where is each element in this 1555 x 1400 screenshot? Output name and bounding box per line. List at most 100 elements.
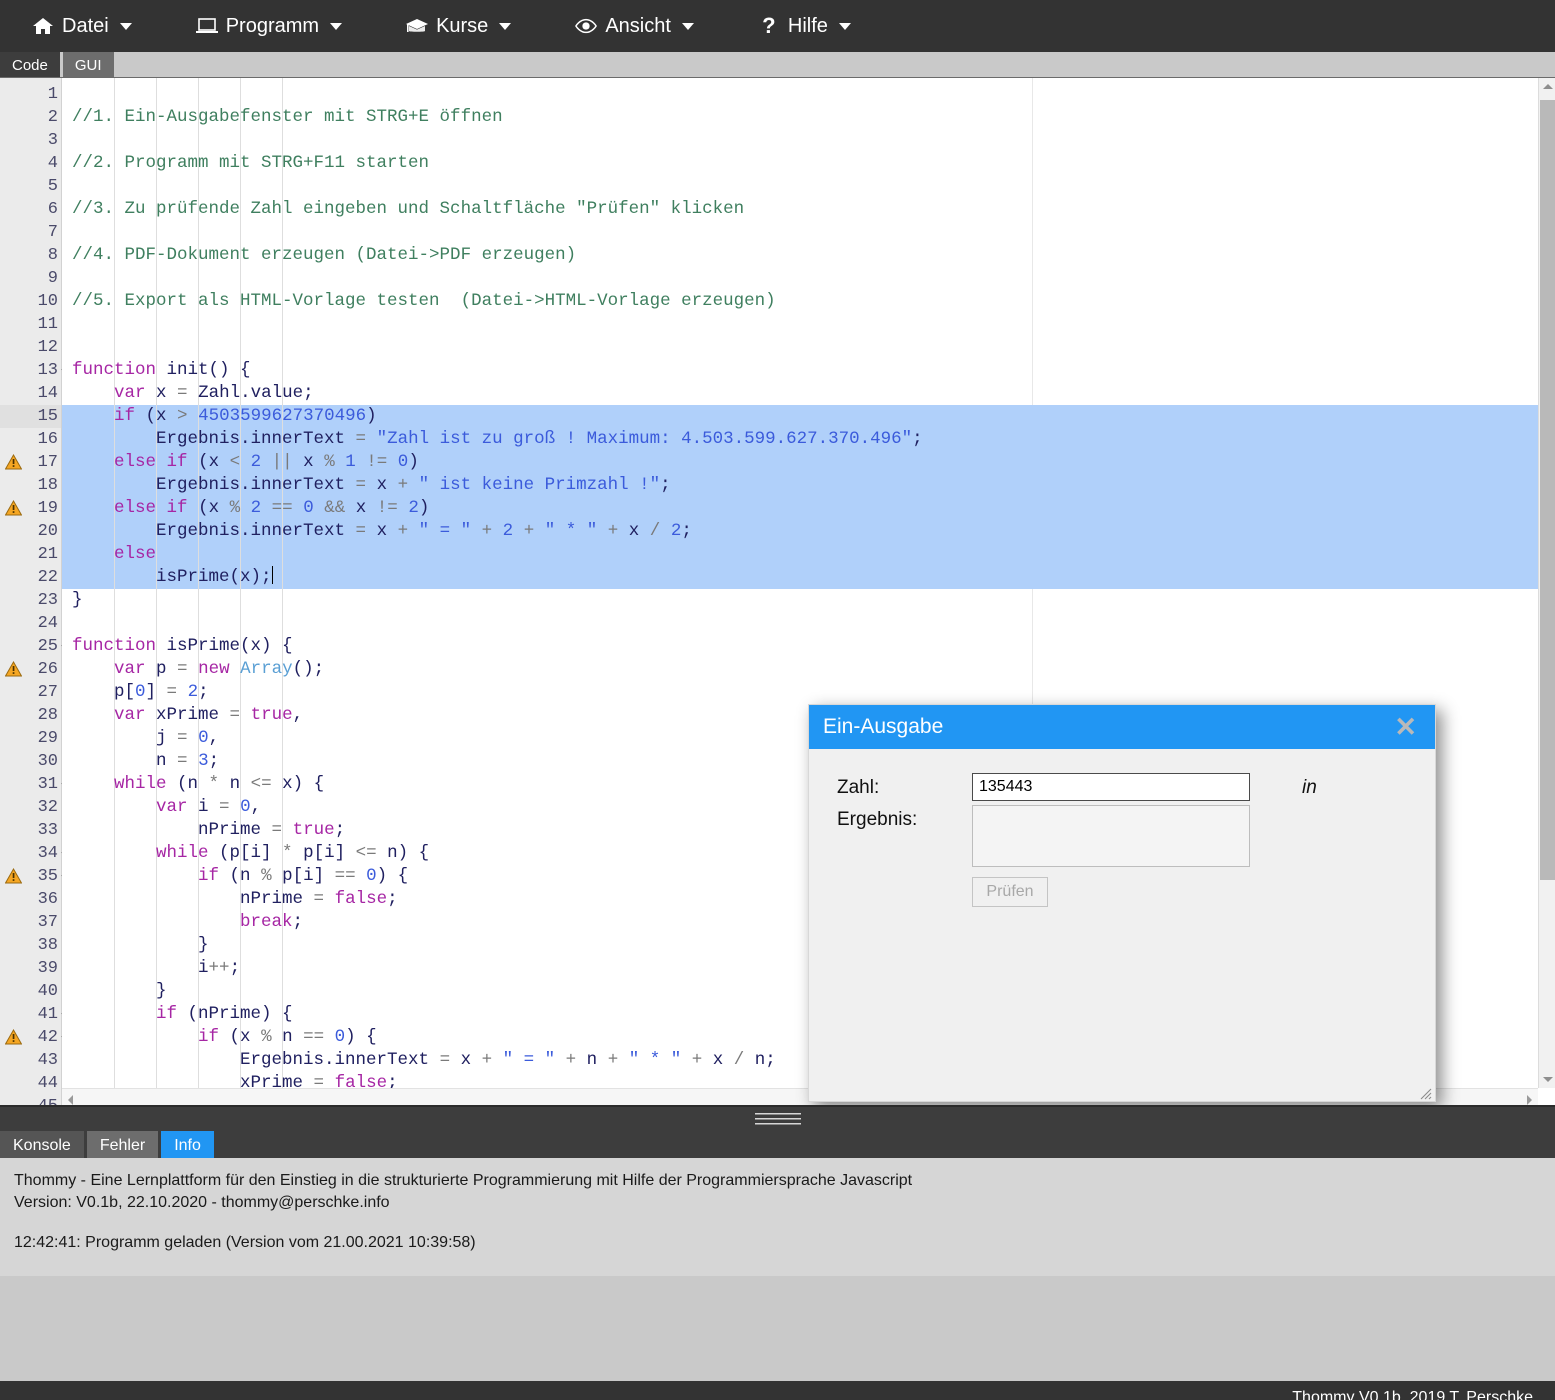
tab-gui[interactable]: GUI [62,52,114,77]
menu-item-datei[interactable]: Datei [18,9,146,44]
gutter-line-42[interactable]: 42 [0,1026,69,1049]
scroll-up-arrow-icon[interactable] [1539,78,1555,95]
gutter-line-9[interactable]: 9 [0,267,61,290]
warning-icon[interactable] [4,1028,23,1045]
close-icon[interactable]: ✕ [1390,713,1421,741]
code-line-12[interactable] [62,336,1555,359]
gutter-line-38[interactable]: 38 [0,934,61,957]
code-line-7[interactable] [62,221,1555,244]
menu-item-programm[interactable]: Programm [182,9,356,44]
menu-item-ansicht[interactable]: Ansicht [561,9,708,44]
code-line-18[interactable]: Ergebnis.innerText = x + " ist keine Pri… [62,474,1555,497]
gutter-line-1[interactable]: 1 [0,83,61,106]
gutter-line-14[interactable]: 14 [0,382,61,405]
gutter-line-37[interactable]: 37 [0,911,61,934]
gutter-line-10[interactable]: 10 [0,290,61,313]
gutter-line-12[interactable]: 12 [0,336,61,359]
gutter-line-29[interactable]: 29 [0,727,61,750]
code-line-5[interactable] [62,175,1555,198]
code-line-2[interactable]: //1. Ein-Ausgabefenster mit STRG+E öffne… [62,106,1555,129]
code-line-14[interactable]: var x = Zahl.value; [62,382,1555,405]
gutter-line-6[interactable]: 6 [0,198,61,221]
gutter-line-4[interactable]: 4 [0,152,61,175]
code-line-9[interactable] [62,267,1555,290]
code-line-1[interactable] [62,83,1555,106]
gutter-line-17[interactable]: 17 [0,451,61,474]
tab-code[interactable]: Code [0,52,60,77]
code-line-20[interactable]: Ergebnis.innerText = x + " = " + 2 + " *… [62,520,1555,543]
gutter-line-33[interactable]: 33 [0,819,61,842]
gutter-line-30[interactable]: 30 [0,750,61,773]
scroll-down-arrow-icon[interactable] [1539,1071,1555,1088]
gutter-line-32[interactable]: 32 [0,796,61,819]
gutter-line-13[interactable]: 13 [0,359,69,382]
code-line-27[interactable]: p[0] = 2; [62,681,1555,704]
panel-drag-handle[interactable] [0,1107,1555,1131]
menu-item-hilfe[interactable]: ? Hilfe [744,9,865,44]
gutter-line-36[interactable]: 36 [0,888,61,911]
tab-info[interactable]: Info [161,1131,214,1158]
gutter-line-43[interactable]: 43 [0,1049,61,1072]
gutter-line-24[interactable]: 24 [0,612,61,635]
code-line-17[interactable]: else if (x < 2 || x % 1 != 0) [62,451,1555,474]
scroll-right-arrow-icon[interactable] [1527,1095,1532,1105]
code-line-25[interactable]: function isPrime(x) { [62,635,1555,658]
gutter-line-28[interactable]: 28 [0,704,61,727]
resize-grip-icon[interactable] [1416,1084,1432,1100]
code-line-23[interactable]: } [62,589,1555,612]
gutter-line-27[interactable]: 27 [0,681,61,704]
code-line-16[interactable]: Ergebnis.innerText = "Zahl ist zu groß !… [62,428,1555,451]
code-editor[interactable]: 1 2 3 4 5 6 7 8 9 10 11 12 13 14 15 16 17 18 19 20 21 22 23 24 2… [0,78,1555,1107]
dialog-titlebar[interactable]: Ein-Ausgabe ✕ [809,705,1435,749]
gutter-line-25[interactable]: 25 [0,635,69,658]
warning-icon[interactable] [4,867,23,884]
gutter-line-26[interactable]: 26 [0,658,61,681]
gutter-line-15[interactable]: 15 [0,405,61,428]
gutter-line-39[interactable]: 39 [0,957,61,980]
gutter-line-31[interactable]: 31 [0,773,69,796]
gutter-line-35[interactable]: 35 [0,865,69,888]
ergebnis-textarea[interactable] [972,805,1250,867]
warning-icon[interactable] [4,660,23,677]
warning-icon[interactable] [4,453,23,470]
scroll-left-arrow-icon[interactable] [68,1095,73,1105]
code-line-26[interactable]: var p = new Array(); [62,658,1555,681]
code-line-13[interactable]: function init() { [62,359,1555,382]
gutter-line-2[interactable]: 2 [0,106,61,129]
gutter-line-20[interactable]: 20 [0,520,61,543]
gutter-line-40[interactable]: 40 [0,980,61,1003]
gutter-line-22[interactable]: 22 [0,566,61,589]
gutter-line-16[interactable]: 16 [0,428,61,451]
code-line-6[interactable]: //3. Zu prüfende Zahl eingeben und Schal… [62,198,1555,221]
code-line-3[interactable] [62,129,1555,152]
editor-vertical-scrollbar[interactable] [1538,78,1555,1088]
code-line-22[interactable]: isPrime(x); [62,566,1555,589]
gutter-line-23[interactable]: 23 [0,589,61,612]
gutter-line-45[interactable]: 45 [0,1095,61,1105]
zahl-input[interactable] [972,773,1250,801]
code-line-15[interactable]: if (x > 4503599627370496) [62,405,1555,428]
code-line-8[interactable]: //4. PDF-Dokument erzeugen (Datei->PDF e… [62,244,1555,267]
gutter-line-41[interactable]: 41 [0,1003,69,1026]
code-line-21[interactable]: else [62,543,1555,566]
code-line-10[interactable]: //5. Export als HTML-Vorlage testen (Dat… [62,290,1555,313]
code-line-24[interactable] [62,612,1555,635]
pruefen-button[interactable]: Prüfen [972,877,1048,907]
gutter-line-3[interactable]: 3 [0,129,61,152]
gutter-line-44[interactable]: 44 [0,1072,61,1095]
gutter-line-5[interactable]: 5 [0,175,61,198]
ein-ausgabe-dialog[interactable]: Ein-Ausgabe ✕ Zahl: in Ergebnis: Prüfen [808,704,1436,1102]
gutter-line-21[interactable]: 21 [0,543,61,566]
code-line-4[interactable]: //2. Programm mit STRG+F11 starten [62,152,1555,175]
tab-konsole[interactable]: Konsole [0,1131,84,1158]
code-line-11[interactable] [62,313,1555,336]
gutter-line-18[interactable]: 18 [0,474,61,497]
gutter-line-7[interactable]: 7 [0,221,61,244]
gutter-line-19[interactable]: 19 [0,497,61,520]
gutter-line-34[interactable]: 34 [0,842,69,865]
menu-item-kurse[interactable]: Kurse [392,9,525,44]
warning-icon[interactable] [4,499,23,516]
gutter-line-11[interactable]: 11 [0,313,61,336]
tab-fehler[interactable]: Fehler [86,1131,159,1158]
vertical-scroll-thumb[interactable] [1540,100,1555,880]
